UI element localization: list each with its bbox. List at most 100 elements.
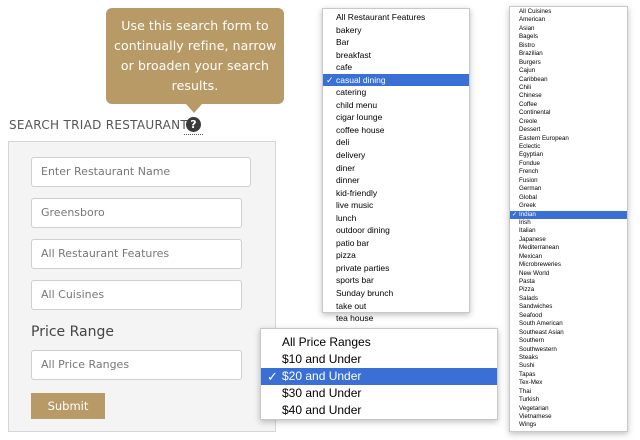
cuisine-option[interactable]: German	[510, 185, 627, 193]
cuisine-option[interactable]: Greek	[510, 202, 627, 210]
feature-option[interactable]: child menu	[323, 99, 469, 112]
feature-option[interactable]: coffee house	[323, 124, 469, 137]
feature-option[interactable]: catering	[323, 86, 469, 99]
feature-option[interactable]: Bar	[323, 36, 469, 49]
checkmark-icon: ✓	[512, 211, 518, 218]
price-option[interactable]: $10 and Under	[261, 351, 497, 368]
submit-button[interactable]: Submit	[31, 393, 105, 419]
cuisine-option[interactable]: Seafood	[510, 312, 627, 320]
city-select[interactable]: Greensboro	[31, 198, 242, 228]
cuisine-option[interactable]: Mexican	[510, 253, 627, 261]
feature-option[interactable]: tea house	[323, 312, 469, 325]
tooltip-line: Use this search form to	[121, 18, 269, 33]
cuisine-option-label: Sandwiches	[519, 303, 553, 311]
cuisine-option[interactable]: Bagels	[510, 33, 627, 41]
cuisine-option[interactable]: Coffee	[510, 101, 627, 109]
price-option[interactable]: $30 and Under	[261, 385, 497, 402]
cuisine-option[interactable]: American	[510, 16, 627, 24]
cuisine-option[interactable]: Chili	[510, 84, 627, 92]
cuisine-option[interactable]: Japanese	[510, 236, 627, 244]
feature-option[interactable]: breakfast	[323, 49, 469, 62]
cuisine-option[interactable]: Mediterranean	[510, 244, 627, 252]
cuisine-option[interactable]: Egyptian	[510, 151, 627, 159]
cuisine-option[interactable]: Tapas	[510, 371, 627, 379]
feature-option[interactable]: Sunday brunch	[323, 287, 469, 300]
price-option[interactable]: $40 and Under	[261, 402, 497, 419]
cuisine-option[interactable]: Sandwiches	[510, 303, 627, 311]
cuisine-option-label: Pasta	[519, 278, 535, 285]
cuisine-option[interactable]: Southern	[510, 337, 627, 345]
cuisine-option[interactable]: Sushi	[510, 362, 627, 370]
price-dropdown-list[interactable]: All Price Ranges $10 and Under ✓ $20 and Un…	[260, 328, 498, 420]
cuisine-option[interactable]: Bistro	[510, 42, 627, 50]
cuisine-option[interactable]: Vegetarian	[510, 405, 627, 413]
feature-option[interactable]: ✓ casual dining	[323, 73, 469, 87]
cuisine-option[interactable]: Fondue	[510, 160, 627, 168]
cuisine-option[interactable]: Pasta	[510, 278, 627, 286]
feature-option[interactable]: All Restaurant Features	[323, 11, 469, 24]
cuisine-option[interactable]: Thai	[510, 388, 627, 396]
feature-option-label: cigar lounge	[336, 112, 383, 123]
feature-option[interactable]: kid-friendly	[323, 187, 469, 200]
cuisine-option[interactable]: Irish	[510, 219, 627, 227]
cuisine-option[interactable]: Burgers	[510, 59, 627, 67]
cuisine-option[interactable]: Microbreweries	[510, 261, 627, 269]
cuisine-option[interactable]: New World	[510, 270, 627, 278]
cuisine-option[interactable]: Pizza	[510, 286, 627, 294]
feature-option[interactable]: patio bar	[323, 237, 469, 250]
feature-option[interactable]: deli	[323, 136, 469, 149]
cuisine-option[interactable]: South American	[510, 320, 627, 328]
feature-option[interactable]: take out	[323, 300, 469, 313]
cuisine-option[interactable]: Fusion	[510, 177, 627, 185]
cuisine-option[interactable]: Tex-Mex	[510, 379, 627, 387]
cuisines-dropdown-list[interactable]: All Cuisines American Asian Bagels Bistro Bra…	[509, 6, 628, 432]
price-option[interactable]: All Price Ranges	[261, 334, 497, 351]
cuisine-option[interactable]: Vietnamese	[510, 413, 627, 421]
cuisine-option[interactable]: Steaks	[510, 354, 627, 362]
cuisine-option-label: Chili	[519, 83, 532, 91]
cuisines-select[interactable]: All Cuisines	[31, 280, 242, 310]
feature-option[interactable]: sports bar	[323, 274, 469, 287]
cuisine-option[interactable]: Turkish	[510, 396, 627, 404]
feature-option[interactable]: lunch	[323, 212, 469, 225]
feature-option[interactable]: pizza	[323, 249, 469, 262]
cuisine-option[interactable]: Brazilian	[510, 50, 627, 58]
features-dropdown-list[interactable]: All Restaurant Features bakery Bar breakfas…	[322, 8, 470, 361]
cuisine-option[interactable]: Wings	[510, 421, 627, 429]
cuisine-option[interactable]: Eclectic	[510, 143, 627, 151]
feature-option[interactable]: diner	[323, 162, 469, 175]
price-range-select[interactable]: All Price Ranges	[31, 350, 242, 380]
help-icon[interactable]: ?	[186, 117, 201, 132]
features-select[interactable]: All Restaurant Features	[31, 239, 242, 269]
cuisine-option[interactable]: Continental	[510, 109, 627, 117]
cuisine-option[interactable]: Italian	[510, 227, 627, 235]
restaurant-name-input[interactable]: Enter Restaurant Name	[31, 157, 251, 187]
feature-option[interactable]: outdoor dining	[323, 224, 469, 237]
cuisine-option[interactable]: Southeast Asian	[510, 329, 627, 337]
cuisine-option[interactable]: Creole	[510, 118, 627, 126]
feature-option[interactable]: delivery	[323, 149, 469, 162]
feature-option[interactable]: cafe	[323, 61, 469, 74]
price-option[interactable]: ✓ $20 and Under	[261, 368, 497, 385]
feature-option[interactable]: private parties	[323, 262, 469, 275]
cuisine-option-label: Bistro	[519, 41, 535, 49]
cuisine-option-label: Greek	[519, 202, 536, 210]
cuisine-option[interactable]: Caribbean	[510, 76, 627, 84]
feature-option[interactable]: bakery	[323, 24, 469, 37]
cuisine-option[interactable]: Asian	[510, 25, 627, 33]
cuisine-option[interactable]: Southwestern	[510, 346, 627, 354]
cuisine-option-label: Tapas	[519, 370, 536, 378]
cuisine-option[interactable]: Global	[510, 194, 627, 202]
feature-option[interactable]: cigar lounge	[323, 111, 469, 124]
feature-option[interactable]: dinner	[323, 174, 469, 187]
cuisine-option[interactable]: ✓ Indian	[510, 210, 627, 219]
cuisine-option[interactable]: French	[510, 168, 627, 176]
cuisine-option[interactable]: All Cuisines	[510, 8, 627, 16]
cuisine-option[interactable]: Eastern European	[510, 135, 627, 143]
cuisine-option[interactable]: Cajun	[510, 67, 627, 75]
feature-option[interactable]: live music	[323, 199, 469, 212]
cuisine-option[interactable]: Chinese	[510, 92, 627, 100]
cuisine-option[interactable]: Salads	[510, 295, 627, 303]
cuisine-option[interactable]: Dessert	[510, 126, 627, 134]
feature-option-label: lunch	[336, 212, 357, 223]
